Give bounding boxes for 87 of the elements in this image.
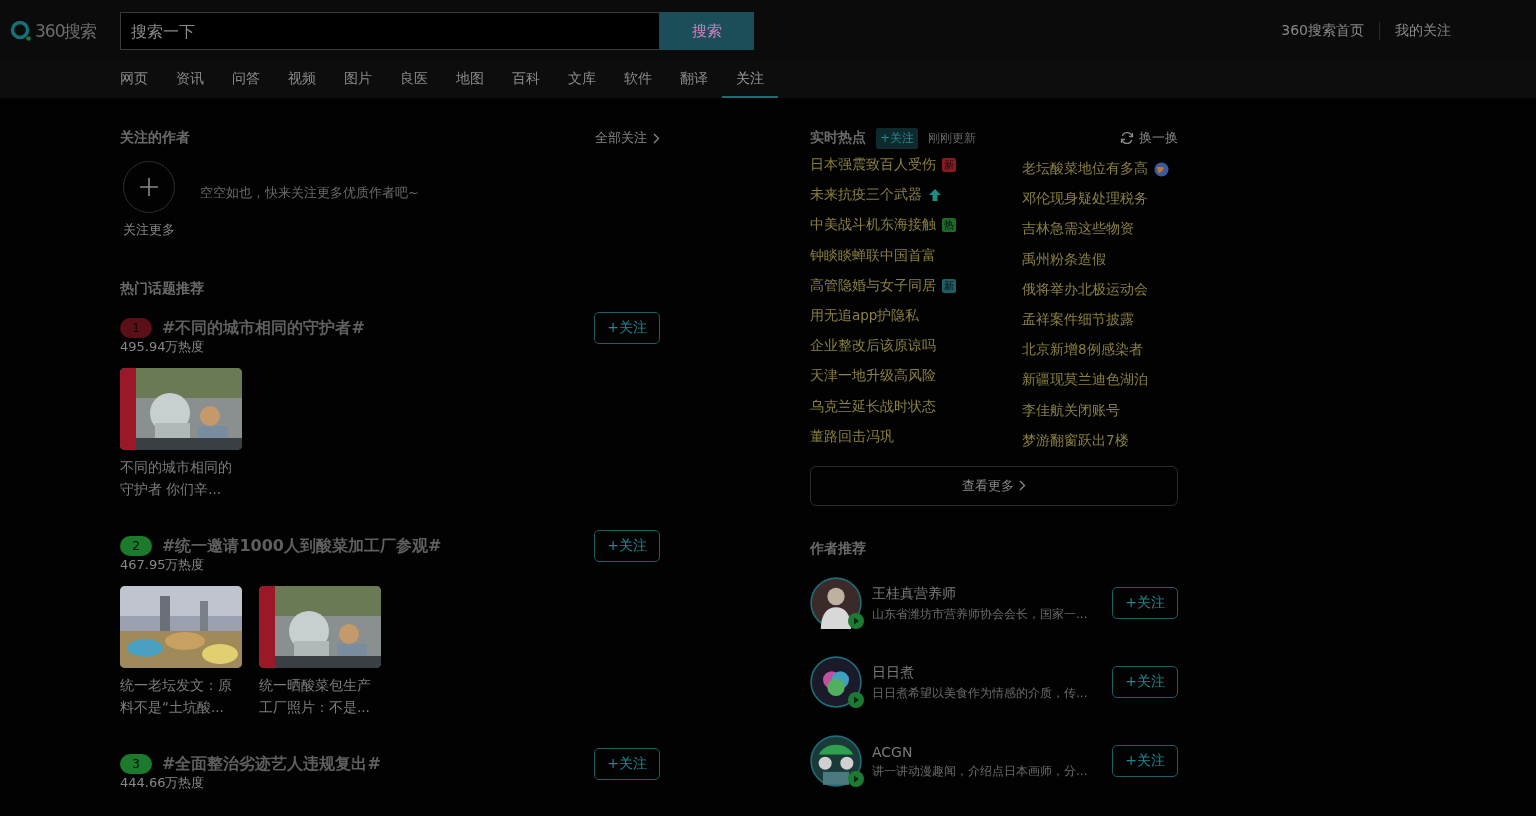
nav-tab[interactable]: 地图 xyxy=(456,62,512,98)
view-more-button[interactable]: 查看更多 xyxy=(810,465,1178,506)
trending-item[interactable]: 日本强震致百人受伤 xyxy=(810,156,936,175)
avatar[interactable] xyxy=(810,656,862,709)
add-label: 关注更多 xyxy=(123,221,175,239)
nav-tab[interactable]: 文库 xyxy=(568,62,624,98)
section-title: 热门话题推荐 xyxy=(120,280,204,296)
author-description: 讲一讲动漫趣闻，介绍点日本画师，分... xyxy=(872,762,1088,779)
update-time: 刚刚更新 xyxy=(928,129,977,147)
author-description: 山东省潍坊市营养师协会会长，国家一... xyxy=(872,605,1088,622)
trending-item[interactable]: 新疆现莫兰迪色湖泊 xyxy=(1022,371,1148,390)
trending-item[interactable]: 邓伦现身疑处理税务 xyxy=(1022,190,1148,209)
nav-tab[interactable]: 百科 xyxy=(512,62,568,98)
trending-item[interactable]: 用无追app护隐私 xyxy=(810,307,920,326)
follow-button[interactable]: +关注 xyxy=(594,748,660,780)
topic-title[interactable]: #不同的城市相同的守护者# xyxy=(162,317,365,339)
search-field[interactable]: 搜索一下 xyxy=(120,12,660,50)
empty-message: 空空如也，快来关注更多优质作者吧~ xyxy=(200,184,419,202)
status-badge: 新 xyxy=(942,158,956,173)
trending-item[interactable]: 李佳航关闭账号 xyxy=(1022,401,1120,420)
nav-tab[interactable]: 良医 xyxy=(400,62,456,98)
trending-item[interactable]: 高管隐婚与女子同居 xyxy=(810,276,936,295)
heat-count: 467.95万热度 xyxy=(120,556,206,574)
trending-item[interactable]: 老坛酸菜地位有多高 xyxy=(1022,160,1148,179)
rank-badge: 3 xyxy=(120,754,152,774)
follow-button[interactable]: +关注 xyxy=(594,312,660,344)
search-button[interactable]: 搜索 xyxy=(660,12,754,50)
nav-tab[interactable]: 视频 xyxy=(288,62,344,98)
trending-item[interactable]: 孟祥案件细节披露 xyxy=(1022,311,1134,330)
rank-badge: 1 xyxy=(120,318,152,338)
avatar[interactable] xyxy=(810,735,862,788)
status-badge: 热 xyxy=(942,218,956,233)
refresh-button[interactable]: 换一换 xyxy=(1120,129,1178,147)
trending-item[interactable]: 禹州粉条造假 xyxy=(1022,250,1106,269)
all-follows-link[interactable]: 全部关注 xyxy=(595,129,660,147)
card-caption[interactable]: 统一晒酸菜包生产工厂照片：不是... xyxy=(259,674,381,718)
author-name[interactable]: 王桂真营养师 xyxy=(872,584,1104,603)
card-caption[interactable]: 不同的城市相同的守护者 你们辛... xyxy=(120,456,242,500)
trending-item[interactable]: 企业整改后该原谅吗 xyxy=(810,337,936,356)
status-badge: 新 xyxy=(942,278,956,293)
trending-item[interactable]: 乌克兰延长战时状态 xyxy=(810,397,936,416)
refresh-icon xyxy=(1120,131,1134,145)
logo-icon xyxy=(10,20,32,42)
play-badge-icon xyxy=(848,771,864,788)
topic-title[interactable]: #统一邀请1000人到酸菜加工厂参观# xyxy=(162,535,442,557)
trending-item[interactable]: 梦游翻窗跃出7楼 xyxy=(1022,431,1129,450)
rank-badge: 2 xyxy=(120,536,152,556)
header-link[interactable]: 我的关注 xyxy=(1380,22,1466,40)
trending-item[interactable]: 钟睒睒蝉联中国首富 xyxy=(810,246,936,265)
topic-title[interactable]: #全面整治劣迹艺人违规复出# xyxy=(162,753,381,775)
nav-tab[interactable]: 问答 xyxy=(232,62,288,98)
heat-count: 495.94万热度 xyxy=(120,338,206,356)
follow-button[interactable]: +关注 xyxy=(1112,666,1178,699)
follow-button[interactable]: +关注 xyxy=(1112,745,1178,778)
nav-tab[interactable]: 资讯 xyxy=(176,62,232,98)
chevron-right-icon xyxy=(653,132,660,144)
trending-item[interactable]: 未来抗疫三个武器 xyxy=(810,186,922,205)
follow-tag[interactable]: +关注 xyxy=(876,127,919,149)
chevron-right-icon xyxy=(1019,480,1026,492)
follow-button[interactable]: +关注 xyxy=(594,530,660,562)
nav-tab[interactable]: 网页 xyxy=(120,62,176,98)
globe-icon xyxy=(1154,161,1169,177)
avatar[interactable] xyxy=(810,577,862,630)
card-caption[interactable]: 统一老坛发文：原料不是“土坑酸... xyxy=(120,674,242,718)
trending-item[interactable]: 吉林急需这些物资 xyxy=(1022,220,1134,239)
trending-item[interactable]: 俄将举办北极运动会 xyxy=(1022,280,1148,299)
section-title: 关注的作者 xyxy=(120,129,190,147)
nav-tab[interactable]: 关注 xyxy=(722,62,778,98)
header-link[interactable]: 360搜索首页 xyxy=(1266,22,1379,40)
nav-tab[interactable]: 图片 xyxy=(344,62,400,98)
trending-item[interactable]: 董路回击冯巩 xyxy=(810,427,894,446)
author-name[interactable]: ACGN xyxy=(872,743,1104,760)
trending-item[interactable]: 天津一地升级高风险 xyxy=(810,367,936,386)
section-title: 实时热点 xyxy=(810,129,866,147)
trending-item[interactable]: 北京新增8例感染者 xyxy=(1022,341,1143,360)
up-arrow-icon xyxy=(928,188,942,203)
section-title: 作者推荐 xyxy=(810,539,866,556)
heat-count: 444.66万热度 xyxy=(120,774,206,792)
trending-item[interactable]: 中美战斗机东海接触 xyxy=(810,216,936,235)
plus-icon xyxy=(140,178,158,196)
follow-button[interactable]: +关注 xyxy=(1112,587,1178,620)
author-description: 日日煮希望以美食作为情感的介质，传... xyxy=(872,684,1088,701)
nav-tab[interactable]: 软件 xyxy=(624,62,680,98)
logo-text: 360搜索 xyxy=(35,19,97,43)
play-badge-icon xyxy=(848,613,864,630)
author-name[interactable]: 日日煮 xyxy=(872,663,1104,682)
play-badge-icon xyxy=(848,692,864,709)
